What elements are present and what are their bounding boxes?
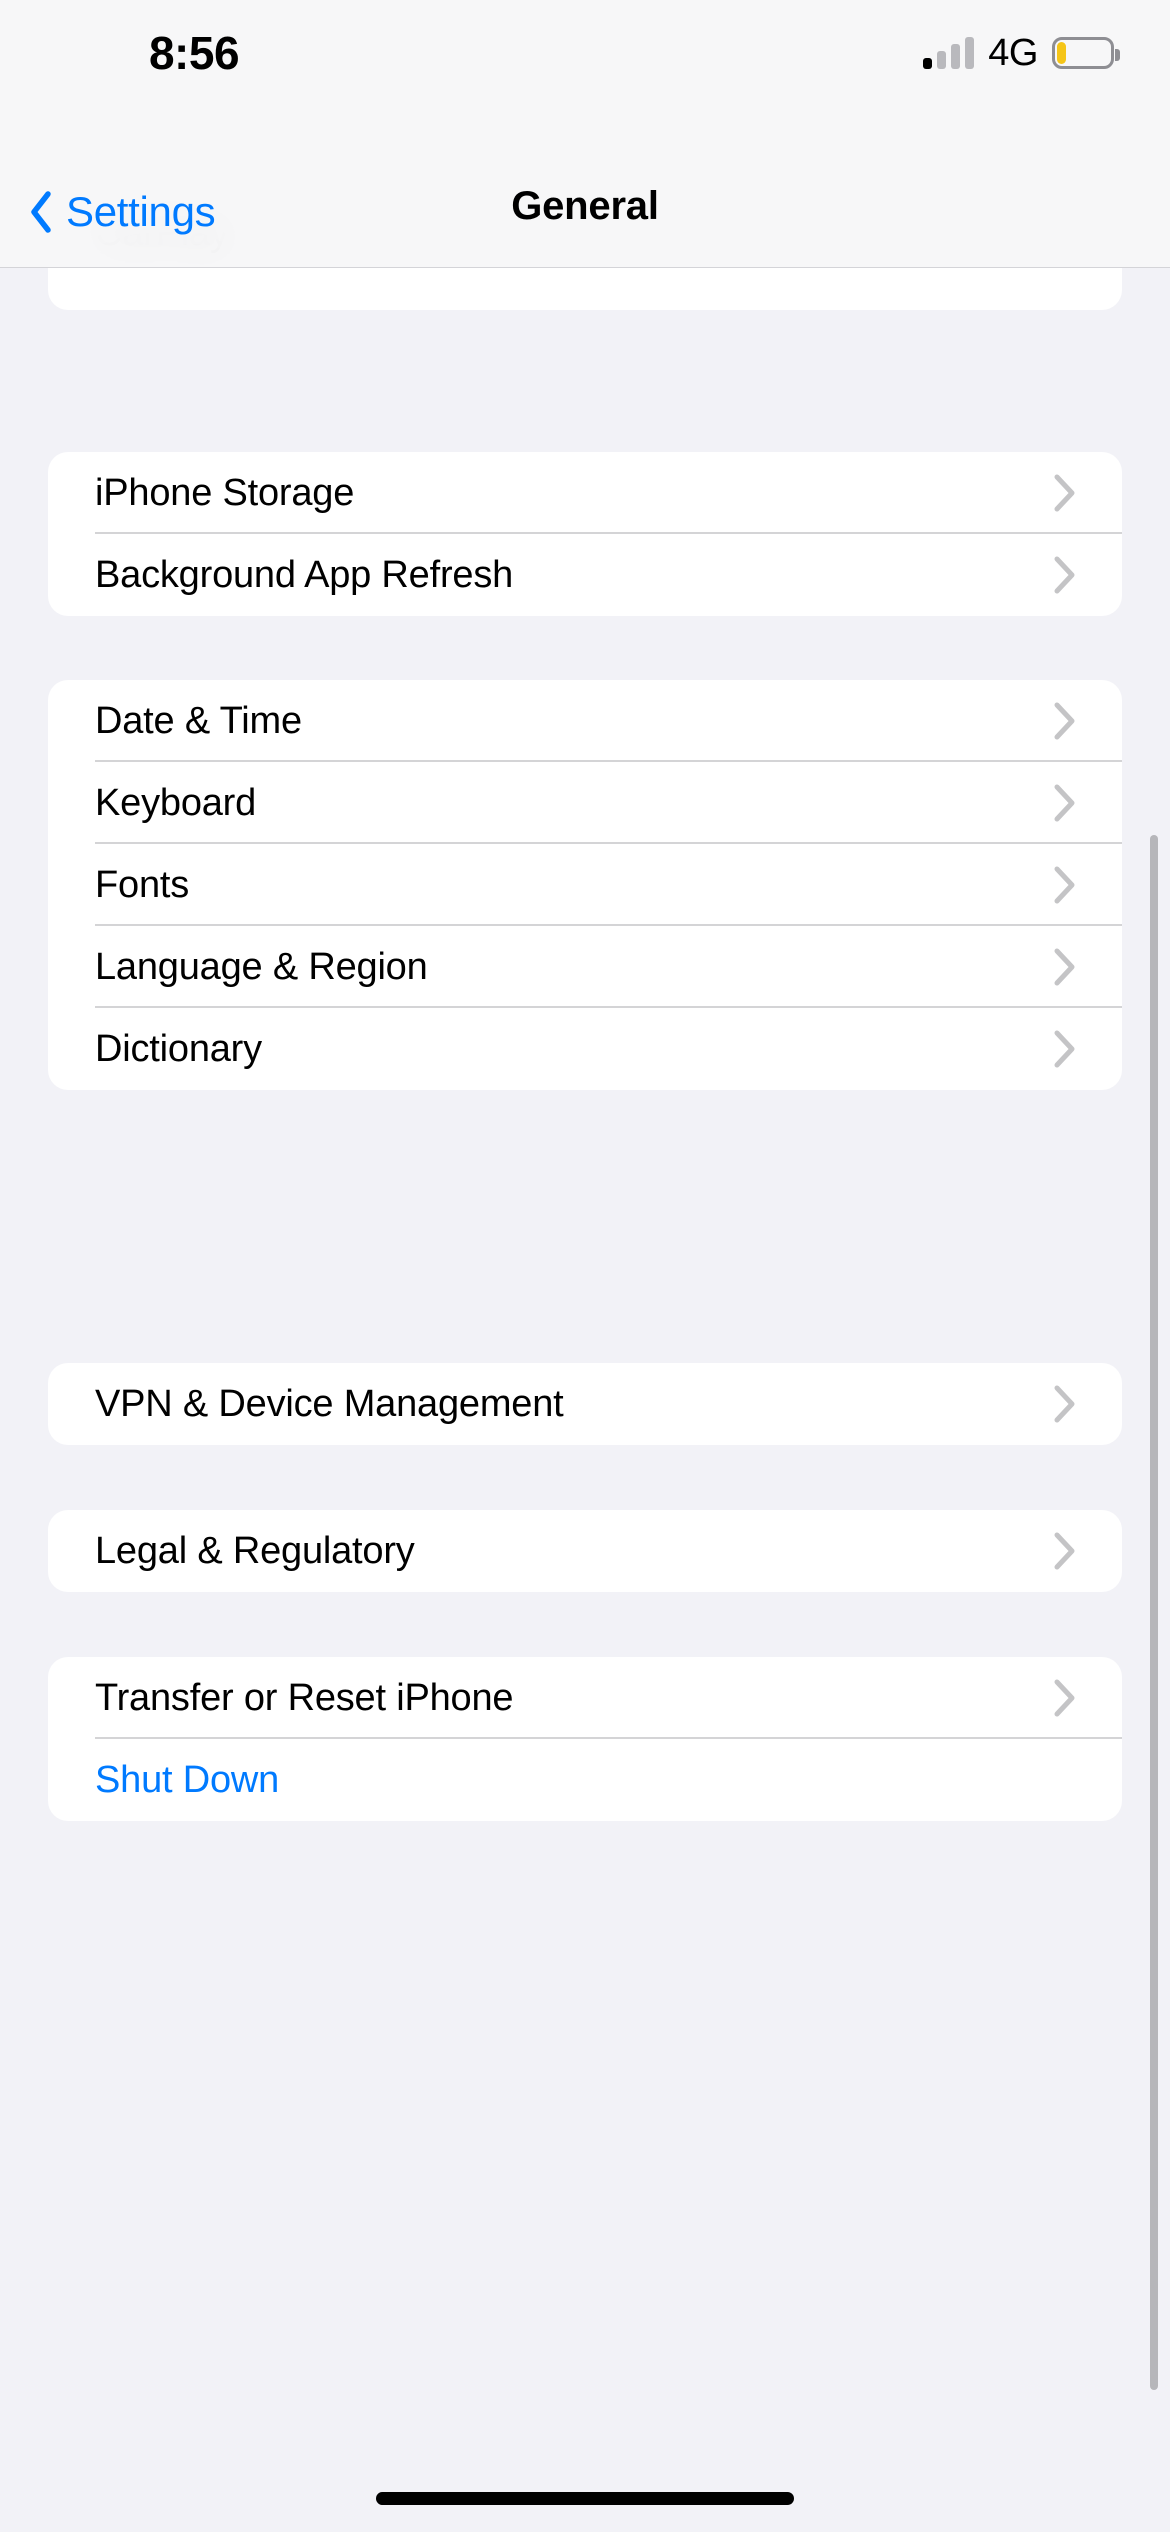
settings-row-label: VPN & Device Management bbox=[95, 1383, 564, 1425]
settings-row-background-app-refresh[interactable]: Background App Refresh bbox=[48, 534, 1122, 616]
chevron-right-icon bbox=[1053, 1678, 1077, 1718]
vertical-scrollbar[interactable] bbox=[1150, 835, 1158, 2390]
settings-group-storage: iPhone Storage Background App Refresh bbox=[48, 452, 1122, 616]
chevron-right-icon bbox=[1053, 1531, 1077, 1571]
settings-scroll-view[interactable]: CarPlay iPhone Storage Background App Re… bbox=[0, 0, 1170, 2532]
settings-row-legal-regulatory[interactable]: Legal & Regulatory bbox=[48, 1510, 1122, 1592]
settings-row-label: Fonts bbox=[95, 864, 190, 906]
settings-row-label: Keyboard bbox=[95, 782, 257, 824]
settings-row-label: Transfer or Reset iPhone bbox=[95, 1677, 514, 1719]
settings-group-reset: Transfer or Reset iPhone Shut Down bbox=[48, 1657, 1122, 1821]
chevron-right-icon bbox=[1053, 947, 1077, 987]
navigation-bar: Settings General bbox=[0, 0, 1170, 268]
chevron-right-icon bbox=[1053, 1384, 1077, 1424]
settings-row-keyboard[interactable]: Keyboard bbox=[48, 762, 1122, 844]
settings-row-shut-down[interactable]: Shut Down bbox=[48, 1739, 1122, 1821]
chevron-right-icon bbox=[1053, 783, 1077, 823]
chevron-right-icon bbox=[1053, 555, 1077, 595]
settings-group-vpn: VPN & Device Management bbox=[48, 1363, 1122, 1445]
settings-row-label: Shut Down bbox=[95, 1759, 280, 1801]
settings-row-fonts[interactable]: Fonts bbox=[48, 844, 1122, 926]
settings-group-datetime: Date & Time Keyboard Fonts Language & Re… bbox=[48, 680, 1122, 1090]
settings-row-label: Background App Refresh bbox=[95, 554, 514, 596]
settings-general-screen: CarPlay iPhone Storage Background App Re… bbox=[0, 0, 1170, 2532]
settings-row-label: iPhone Storage bbox=[95, 472, 355, 514]
settings-group-legal: Legal & Regulatory bbox=[48, 1510, 1122, 1592]
settings-row-transfer-or-reset-iphone[interactable]: Transfer or Reset iPhone bbox=[48, 1657, 1122, 1739]
settings-row-dictionary[interactable]: Dictionary bbox=[48, 1008, 1122, 1090]
settings-row-label: Legal & Regulatory bbox=[95, 1530, 415, 1572]
settings-row-label: Date & Time bbox=[95, 700, 302, 742]
settings-row-label: Dictionary bbox=[95, 1028, 262, 1070]
chevron-right-icon bbox=[1053, 865, 1077, 905]
settings-row-label: Language & Region bbox=[95, 946, 428, 988]
settings-row-date-time[interactable]: Date & Time bbox=[48, 680, 1122, 762]
page-title: General bbox=[511, 184, 659, 228]
settings-row-vpn-device-management[interactable]: VPN & Device Management bbox=[48, 1363, 1122, 1445]
home-indicator[interactable] bbox=[376, 2492, 794, 2505]
chevron-right-icon bbox=[1053, 1029, 1077, 1069]
chevron-right-icon bbox=[1053, 701, 1077, 741]
chevron-right-icon bbox=[1053, 473, 1077, 513]
settings-row-iphone-storage[interactable]: iPhone Storage bbox=[48, 452, 1122, 534]
settings-row-language-region[interactable]: Language & Region bbox=[48, 926, 1122, 1008]
